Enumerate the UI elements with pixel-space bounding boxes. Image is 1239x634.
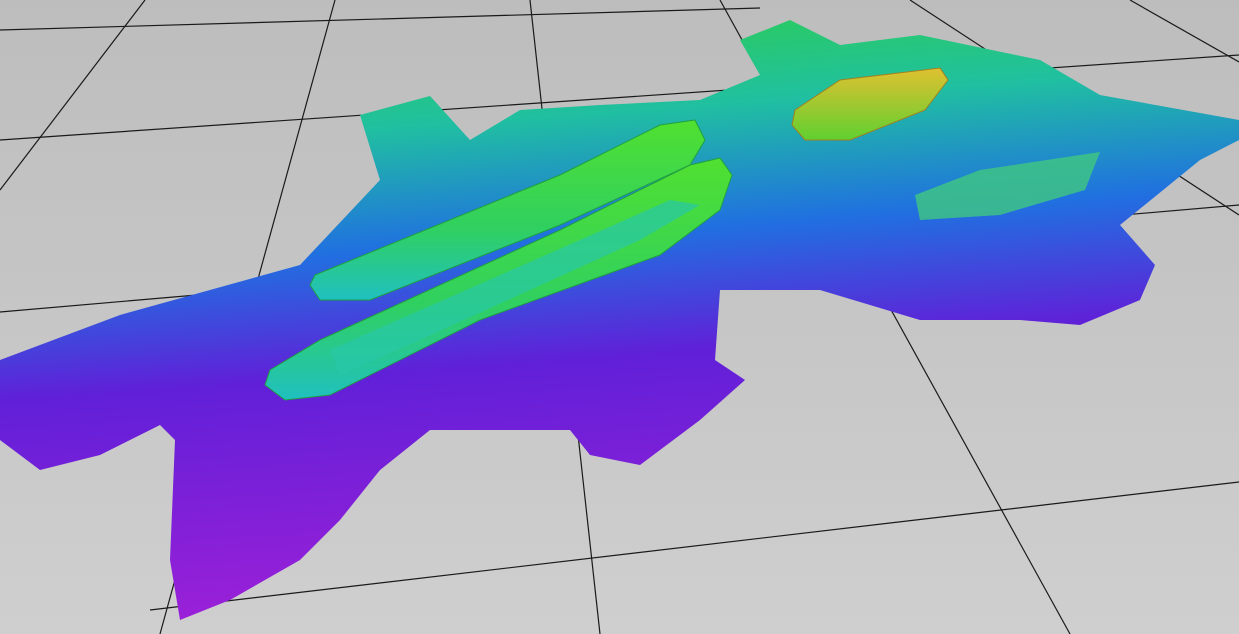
bathymetry-render[interactable] [0, 0, 1239, 634]
seafloor-surface [0, 20, 1239, 620]
grid-line [0, 7, 761, 31]
3d-viewport[interactable] [0, 0, 1239, 634]
grid-line [1129, 0, 1239, 63]
